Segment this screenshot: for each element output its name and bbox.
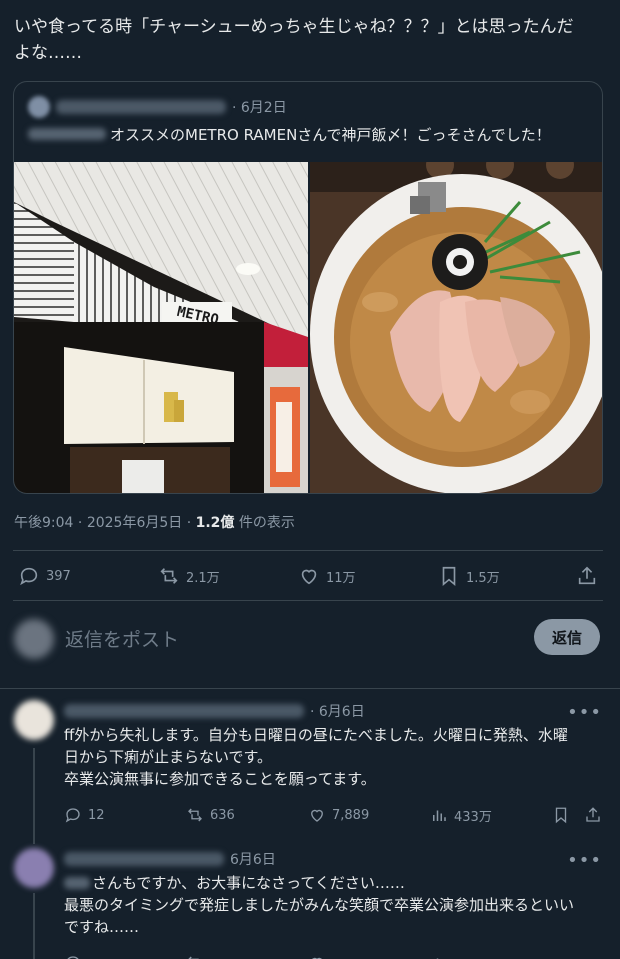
reply-text-line: 最悪のタイミングで発症しましたがみんな笑顔で卒業公演参加出来るといい: [64, 896, 575, 914]
quoted-post-body: オススメのMETRO RAMENさんで神戸飯〆！ごっそさんでした！: [28, 122, 551, 146]
like-button[interactable]: 7,889: [308, 806, 369, 824]
repost-icon: [188, 956, 199, 959]
share-button[interactable]: [584, 806, 602, 824]
bookmark-icon: [442, 566, 456, 587]
like-button[interactable]: 11万: [298, 565, 356, 587]
view-count: 433万: [454, 809, 492, 825]
repost-count: 636: [210, 807, 235, 823]
reply-icon: [20, 567, 38, 586]
blurred-mention: [28, 128, 106, 140]
reply-author-name[interactable]: [64, 704, 304, 718]
quoted-author-name[interactable]: [56, 100, 226, 114]
post-action-bar: 397 2.1万 11万 1.5万: [18, 563, 602, 589]
repost-icon: [188, 808, 202, 822]
reply-date[interactable]: · 6月6日: [310, 701, 365, 721]
avatar[interactable]: [14, 700, 54, 740]
more-icon[interactable]: •••: [567, 850, 602, 871]
reply-text-line: 卒業公演無事に参加できることを願ってます。: [64, 770, 376, 788]
avatar[interactable]: [14, 848, 54, 888]
repost-button[interactable]: 2.1万: [158, 565, 220, 587]
reply-author-name[interactable]: [64, 852, 224, 866]
divider: [0, 688, 620, 689]
views-icon: [433, 810, 446, 821]
share-icon: [578, 566, 596, 585]
reply-text-line: ですね……: [64, 918, 140, 936]
reply-count: 12: [88, 807, 105, 823]
quoted-post-date[interactable]: · 6月2日: [232, 97, 287, 117]
bookmark-count: 1.5万: [466, 570, 500, 586]
reply-button[interactable]: [64, 954, 82, 959]
repost-button[interactable]: [186, 954, 204, 959]
reply-text-line: ff外から失礼します。自分も日曜日の昼にたべました。火曜日に発熱、水曜: [64, 726, 568, 744]
repost-icon: [160, 568, 178, 584]
share-button[interactable]: [576, 565, 598, 587]
reply-text-segment: さんもですか、お大事になさってください……: [92, 874, 405, 892]
views-icon: [436, 958, 439, 959]
view-count-label: 件の表示: [234, 515, 295, 531]
like-button[interactable]: [308, 954, 326, 959]
reply-composer: 返信をポスト 返信: [14, 617, 604, 665]
heart-icon: [311, 809, 323, 822]
reply-text-line: 日から下痢が止まらないです。: [64, 748, 273, 766]
separator: ·: [73, 515, 87, 531]
reply-text-line: さんもですか、お大事になさってください……: [64, 872, 604, 894]
quoted-post-header: · 6月2日: [28, 96, 287, 118]
post-text-line: よな……: [14, 43, 82, 63]
reply-header: · 6月6日 •••: [64, 700, 604, 723]
reply-action-bar: [64, 952, 604, 959]
reply-header: 6月6日 •••: [64, 848, 604, 871]
reply-item[interactable]: 6月6日 ••• さんもですか、お大事になさってください…… 最悪のタイミングで…: [14, 848, 606, 959]
like-count: 7,889: [332, 807, 370, 823]
repost-button[interactable]: 636: [186, 806, 235, 824]
repost-count: 2.1万: [186, 570, 220, 586]
quoted-post-text: オススメのMETRO RAMENさんで神戸飯〆！ごっそさんでした！: [110, 125, 551, 144]
reply-action-bar: 12 636 7,889 433万: [64, 804, 604, 826]
bookmark-button[interactable]: 1.5万: [438, 565, 500, 587]
post-text: いや食ってる時「チャーシューめっちゃ生じゃね？？？」とは思ったんだ よな……: [14, 14, 610, 66]
storefront-illustration: METRO RAMEN: [14, 162, 308, 493]
like-count: 11万: [326, 570, 356, 586]
reply-date[interactable]: 6月6日: [230, 849, 276, 869]
post-text-line: いや食ってる時「チャーシューめっちゃ生じゃね？？？」とは思ったんだ: [14, 17, 574, 37]
ramen-photo[interactable]: [310, 162, 602, 493]
post-date[interactable]: 2025年6月5日: [87, 515, 182, 531]
reply-text: さんもですか、お大事になさってください…… 最悪のタイミングで発症しましたがみん…: [64, 872, 604, 938]
divider: [13, 550, 603, 551]
reply-icon: [67, 956, 79, 959]
reply-count: 397: [46, 568, 71, 584]
ramen-illustration: [310, 162, 602, 493]
post-time[interactable]: 午後9:04: [14, 515, 73, 531]
blurred-mention: [64, 877, 90, 889]
separator: ·: [182, 515, 196, 531]
more-icon[interactable]: •••: [567, 702, 602, 723]
views-button[interactable]: 433万: [430, 806, 492, 825]
storefront-photo[interactable]: METRO RAMEN: [14, 162, 308, 493]
reply-button[interactable]: 397: [18, 565, 71, 587]
reply-icon: [65, 808, 80, 823]
reply-item[interactable]: · 6月6日 ••• ff外から失礼します。自分も日曜日の昼にたべました。火曜日…: [14, 700, 606, 840]
share-icon: [586, 807, 600, 822]
post-meta: 午後9:04 · 2025年6月5日 · 1.2億 件の表示: [14, 512, 295, 532]
quoted-post-card[interactable]: · 6月2日 オススメのMETRO RAMENさんで神戸飯〆！ごっそさんでした！: [13, 81, 603, 494]
reply-submit-button[interactable]: 返信: [534, 619, 600, 655]
views-button[interactable]: [430, 954, 448, 959]
divider: [13, 600, 603, 601]
reply-input[interactable]: 返信をポスト: [65, 625, 179, 652]
heart-icon: [312, 957, 322, 959]
quoted-author-avatar[interactable]: [28, 96, 50, 118]
reply-text: ff外から失礼します。自分も日曜日の昼にたべました。火曜日に発熱、水曜 日から下…: [64, 724, 604, 790]
bookmark-icon: [555, 807, 567, 824]
reply-button[interactable]: 12: [64, 806, 105, 824]
heart-icon: [301, 569, 317, 585]
view-count: 1.2億: [195, 515, 235, 531]
bookmark-button[interactable]: [552, 806, 570, 824]
avatar: [14, 619, 54, 659]
